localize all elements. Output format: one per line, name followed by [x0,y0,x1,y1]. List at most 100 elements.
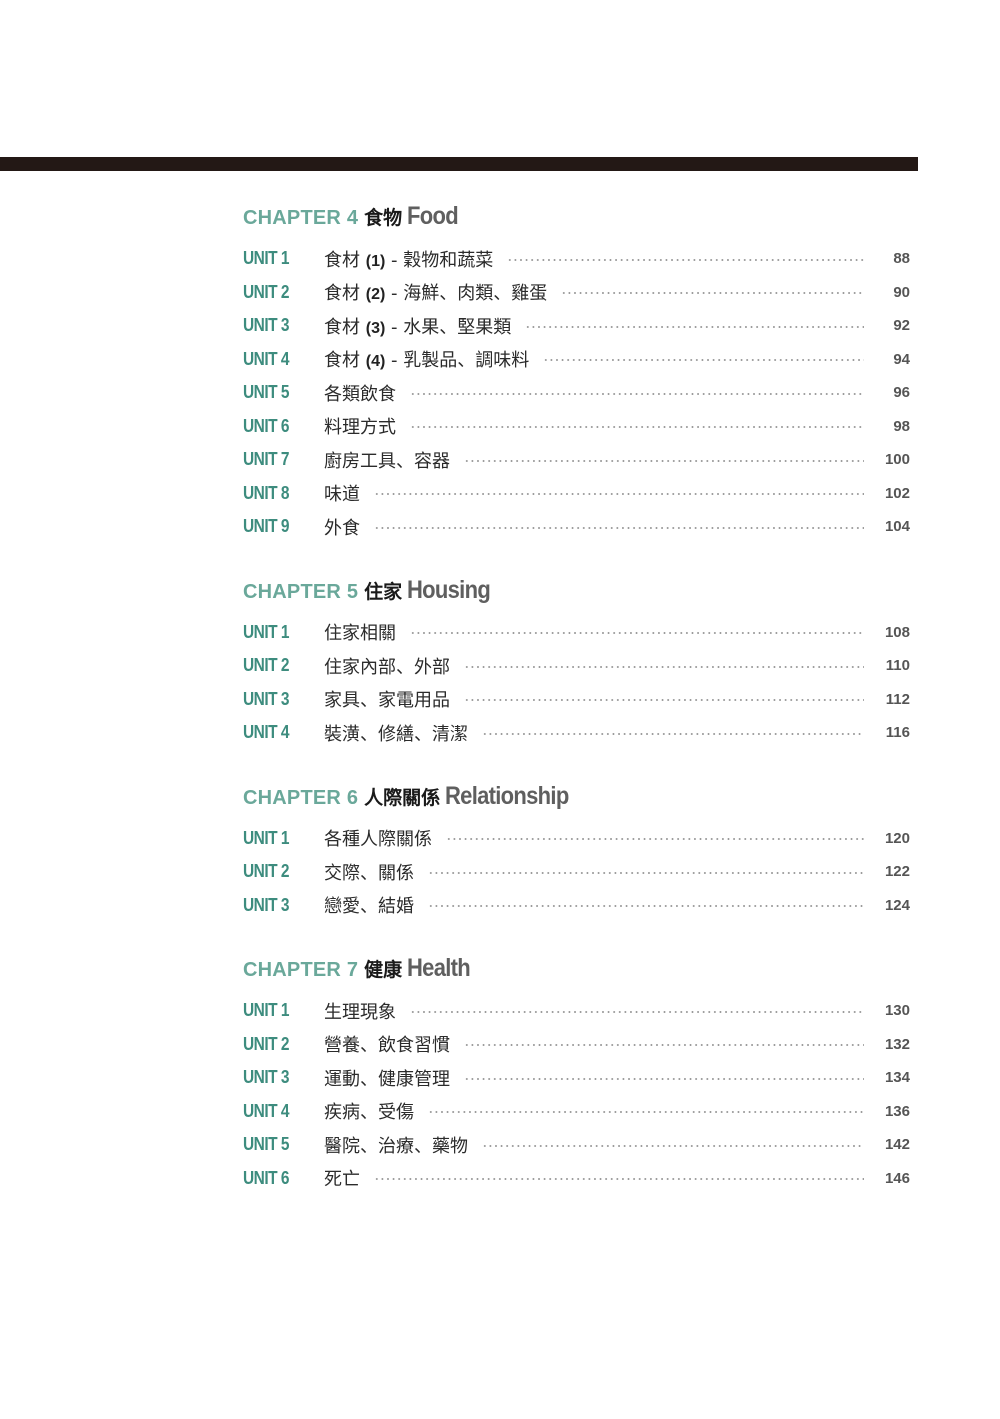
dot-leader [410,392,864,395]
unit-title: 廚房工具、容器 [324,450,450,472]
unit-title: 食材 (1) - 穀物和蔬菜 [324,249,494,271]
unit-label: UNIT 5 [243,382,289,403]
page-number: 92 [893,317,910,335]
toc-entry[interactable]: UNIT 4 裝潢、修繕、清潔 116 [243,716,910,750]
toc-entry[interactable]: UNIT 1 各種人際關係 120 [243,822,910,856]
page-number: 102 [884,484,910,502]
chapter-spacer [243,544,910,574]
chapter-heading[interactable]: CHAPTER 7 健康 Health [243,954,910,994]
toc-entry[interactable]: UNIT 6 死亡 146 [243,1162,910,1196]
page-number: 136 [884,1102,910,1120]
dot-leader [561,292,864,295]
chapter-heading[interactable]: CHAPTER 4 食物 Food [243,202,910,242]
unit-title: 生理現象 [324,1001,396,1023]
chapter-heading[interactable]: CHAPTER 5 住家 Housing [243,576,910,616]
unit-title: 各種人際關係 [324,829,432,851]
page-number: 104 [884,518,910,536]
chapter-title-zh: 食物 [364,207,403,229]
dot-leader [410,426,864,429]
page-number: 94 [893,350,910,368]
unit-title: 味道 [324,484,360,506]
dot-leader [428,905,864,908]
chapter-label: CHAPTER 5 [243,580,359,603]
toc-entry[interactable]: UNIT 1 生理現象 130 [243,994,910,1028]
unit-label: UNIT 1 [243,248,289,269]
dot-leader [410,1010,864,1013]
toc-entry[interactable]: UNIT 3 運動、健康管理 134 [243,1061,910,1095]
page-number: 130 [884,1002,910,1020]
page-number: 116 [885,724,910,742]
chapter-section: CHAPTER 7 健康 Health UNIT 1 生理現象 130 UNIT 2 營養、飲… [243,954,910,1195]
page-number: 88 [893,250,910,268]
dot-leader [428,1111,864,1114]
unit-label: UNIT 3 [243,688,289,709]
unit-title: 食材 (3) - 水果、堅果類 [324,316,512,338]
page-number: 96 [893,384,910,402]
unit-label: UNIT 2 [243,1033,289,1054]
toc-entry[interactable]: UNIT 4 疾病、受傷 136 [243,1095,910,1129]
toc-entry[interactable]: UNIT 2 住家內部、外部 110 [243,649,910,683]
chapter-title-en: Food [407,202,459,230]
unit-title: 交際、關係 [324,862,414,884]
toc-entry[interactable]: UNIT 8 味道 102 [243,477,910,511]
chapter-label: CHAPTER 6 [243,786,359,809]
unit-label: UNIT 1 [243,621,289,642]
header-rule [0,157,918,171]
unit-title: 食材 (4) - 乳製品、調味料 [324,350,530,372]
page-number: 124 [884,896,910,914]
unit-title: 家具、家電用品 [324,690,450,712]
page-number: 100 [884,451,910,469]
unit-label: UNIT 6 [243,1167,289,1188]
toc-entry[interactable]: UNIT 5 醫院、治療、藥物 142 [243,1128,910,1162]
chapter-title-zh: 住家 [364,580,403,603]
chapter-heading[interactable]: CHAPTER 6 人際關係 Relationship [243,782,910,822]
unit-subnumber: (3) [365,319,386,337]
unit-subnumber: (2) [365,286,386,304]
chapter-section: CHAPTER 5 住家 Housing UNIT 1 住家相關 108 UNIT 2 住家內… [243,576,910,780]
toc-entry[interactable]: UNIT 5 各類飲食 96 [243,376,910,410]
dot-leader [464,1077,864,1080]
unit-title: 營養、飲食習慣 [324,1035,450,1057]
unit-title: 運動、健康管理 [324,1068,450,1090]
unit-label: UNIT 2 [243,281,289,302]
toc-entry[interactable]: UNIT 1 住家相關 108 [243,616,910,650]
unit-label: UNIT 2 [243,655,289,676]
toc-entry[interactable]: UNIT 2 交際、關係 122 [243,855,910,889]
page-number: 132 [884,1035,910,1053]
unit-label: UNIT 6 [243,415,289,436]
unit-title: 戀愛、結婚 [324,896,414,918]
unit-label: UNIT 1 [243,827,289,848]
unit-title: 死亡 [324,1169,360,1191]
page-number: 90 [893,283,910,301]
page-number: 112 [885,690,910,708]
dot-leader [374,526,864,529]
toc-entry[interactable]: UNIT 7 廚房工具、容器 100 [243,443,910,477]
toc-entry[interactable]: UNIT 3 食材 (3) - 水果、堅果類 92 [243,309,910,343]
toc-entry[interactable]: UNIT 2 營養、飲食習慣 132 [243,1028,910,1062]
dot-leader [374,493,864,496]
chapter-spacer [243,922,910,952]
toc-entry[interactable]: UNIT 6 料理方式 98 [243,410,910,444]
toc-entry[interactable]: UNIT 1 食材 (1) - 穀物和蔬菜 88 [243,242,910,276]
toc-entry[interactable]: UNIT 4 食材 (4) - 乳製品、調味料 94 [243,343,910,377]
dot-leader [446,838,864,841]
unit-subnumber: (1) [365,252,386,270]
toc-entry[interactable]: UNIT 3 戀愛、結婚 124 [243,889,910,923]
page-number: 120 [884,829,910,847]
unit-title: 料理方式 [324,417,396,439]
page-number: 110 [885,657,910,675]
page-number: 98 [893,417,910,435]
unit-title: 外食 [324,517,360,539]
toc-entry[interactable]: UNIT 9 外食 104 [243,510,910,544]
unit-label: UNIT 9 [243,516,289,537]
unit-subnumber: (4) [365,353,386,371]
unit-label: UNIT 2 [243,861,289,882]
dot-leader [482,1144,864,1147]
dot-leader [428,871,864,874]
toc-entry[interactable]: UNIT 3 家具、家電用品 112 [243,683,910,717]
unit-label: UNIT 8 [243,482,289,503]
table-of-contents: CHAPTER 4 食物 Food UNIT 1 食材 (1) - 穀物和蔬菜 88 UNI… [243,200,910,1195]
dot-leader [464,459,864,462]
unit-label: UNIT 3 [243,894,289,915]
toc-entry[interactable]: UNIT 2 食材 (2) - 海鮮、肉類、雞蛋 90 [243,276,910,310]
